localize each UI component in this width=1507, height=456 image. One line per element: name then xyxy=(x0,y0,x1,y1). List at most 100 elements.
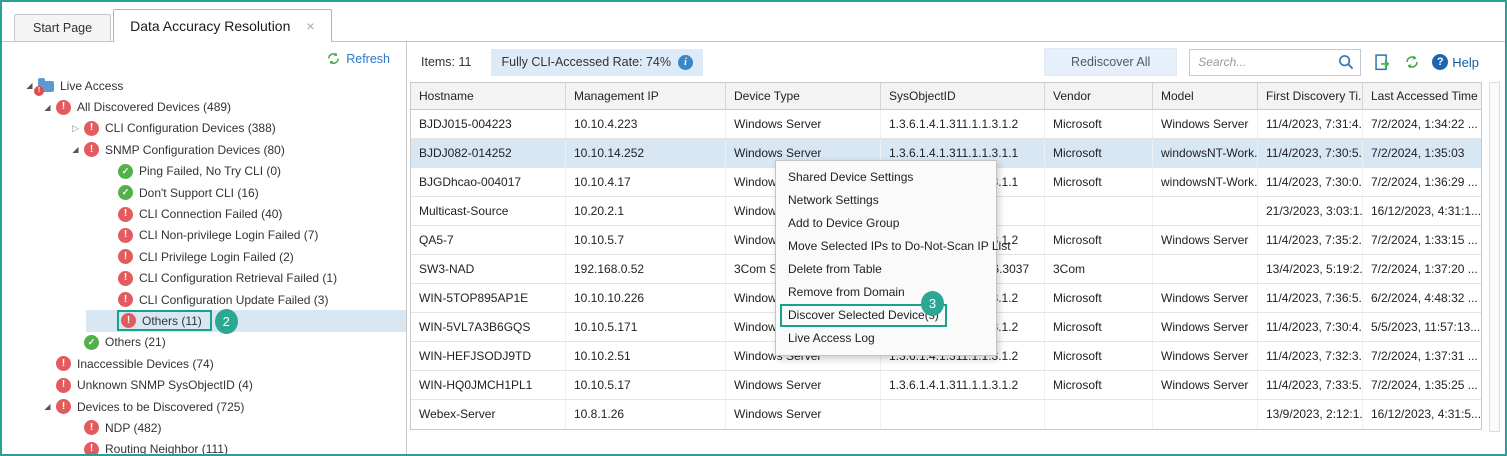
table-header-row: HostnameManagement IPDevice TypeSysObjec… xyxy=(410,82,1482,110)
table-cell: Windows Server xyxy=(1153,342,1258,370)
column-header[interactable]: Hostname xyxy=(411,83,566,109)
tree-item-label: CLI Configuration Devices (388) xyxy=(105,121,276,135)
context-menu-item[interactable]: Delete from Table xyxy=(776,258,996,281)
tree-item[interactable]: !CLI Configuration Retrieval Failed (1) xyxy=(2,268,406,289)
column-header[interactable]: Device Type xyxy=(726,83,881,109)
tree-item-label: SNMP Configuration Devices (80) xyxy=(105,143,285,157)
table-refresh-button[interactable] xyxy=(1404,54,1420,70)
error-icon: ! xyxy=(56,100,71,115)
tree-item[interactable]: !CLI Connection Failed (40) xyxy=(2,203,406,224)
table-cell: Microsoft xyxy=(1045,226,1153,254)
tree-item[interactable]: ◢!Live Access xyxy=(2,75,406,96)
context-menu-item[interactable]: Remove from Domain xyxy=(776,281,996,304)
context-menu-item[interactable]: Shared Device Settings xyxy=(776,166,996,189)
tree-item[interactable]: ! CLI Configuration Update Failed (3) xyxy=(2,289,406,310)
column-header[interactable]: SysObjectID xyxy=(881,83,1045,109)
table-cell xyxy=(1045,400,1153,429)
tree-item[interactable]: !Others (11)2 xyxy=(2,310,406,331)
table-cell: 10.10.4.17 xyxy=(566,168,726,196)
table-cell: Multicast-Source xyxy=(411,197,566,225)
tab-start-page[interactable]: Start Page xyxy=(14,14,111,41)
context-menu-item-discover-selected-devices[interactable]: Discover Selected Device(s)3 xyxy=(776,304,996,327)
table-row[interactable]: Webex-Server10.8.1.26Windows Server13/9/… xyxy=(411,400,1481,429)
error-icon: ! xyxy=(118,292,133,307)
tab-data-accuracy-resolution[interactable]: Data Accuracy Resolution × xyxy=(113,9,332,42)
column-header[interactable]: Vendor xyxy=(1045,83,1153,109)
table-cell: 16/12/2023, 4:31:5... xyxy=(1363,400,1481,429)
tree-item-label: Others (11) xyxy=(142,314,202,328)
table-cell: Microsoft xyxy=(1045,284,1153,312)
expanded-arrow-icon[interactable]: ◢ xyxy=(40,103,55,112)
table-cell: 13/4/2023, 5:19:2... xyxy=(1258,255,1363,283)
column-header[interactable]: Model xyxy=(1153,83,1258,109)
close-tab-icon[interactable]: × xyxy=(306,19,314,33)
column-header[interactable]: Management IP xyxy=(566,83,726,109)
tree-item[interactable]: !Inaccessible Devices (74) xyxy=(2,353,406,374)
column-header[interactable]: Last Accessed Time xyxy=(1363,83,1481,109)
table-cell: Microsoft xyxy=(1045,110,1153,138)
context-menu-item-label: Remove from Domain xyxy=(788,285,905,299)
tree-item-label: CLI Configuration Update Failed (3) xyxy=(139,293,328,307)
table-cell: WIN-HEFJSODJ9TD xyxy=(411,342,566,370)
table-cell: 1.3.6.1.4.1.311.1.1.3.1.2 xyxy=(881,110,1045,138)
table-cell: 10.10.2.51 xyxy=(566,342,726,370)
tree-item[interactable]: !CLI Non-privilege Login Failed (7) xyxy=(2,225,406,246)
refresh-icon xyxy=(326,51,341,66)
data-accuracy-resolution-window: Start Page Data Accuracy Resolution × Re… xyxy=(0,0,1507,456)
table-cell: 5/5/2023, 11:57:13... xyxy=(1363,313,1481,341)
table-cell: 10.10.14.252 xyxy=(566,139,726,167)
tree-item[interactable]: ✓Others (21) xyxy=(2,332,406,353)
table-row[interactable]: WIN-HQ0JMCH1PL110.10.5.17Windows Server1… xyxy=(411,371,1481,400)
cli-accessed-rate-badge: Fully CLI-Accessed Rate: 74% i xyxy=(491,49,703,76)
tree-item[interactable]: ✓Ping Failed, No Try CLI (0) xyxy=(2,161,406,182)
tree-refresh-button[interactable]: Refresh xyxy=(326,51,390,66)
collapsed-arrow-icon[interactable]: ▷ xyxy=(68,123,83,134)
context-menu-item[interactable]: Network Settings xyxy=(776,189,996,212)
table-row[interactable]: BJDJ015-00422310.10.4.223Windows Server1… xyxy=(411,110,1481,139)
table-cell: Windows Server xyxy=(1153,110,1258,138)
search-box xyxy=(1189,49,1361,76)
info-icon[interactable]: i xyxy=(678,55,693,70)
expanded-arrow-icon[interactable]: ◢ xyxy=(40,402,55,411)
table-cell: 11/4/2023, 7:32:3... xyxy=(1258,342,1363,370)
search-input[interactable] xyxy=(1198,55,1337,69)
table-cell: WIN-HQ0JMCH1PL1 xyxy=(411,371,566,399)
tree-item[interactable]: ✓Don't Support CLI (16) xyxy=(2,182,406,203)
help-button[interactable]: ? Help xyxy=(1432,54,1479,70)
table-cell: 10.20.2.1 xyxy=(566,197,726,225)
tree-item[interactable]: ◢!All Discovered Devices (489) xyxy=(2,96,406,117)
export-button[interactable] xyxy=(1373,53,1392,72)
tree-item[interactable]: ◢!Devices to be Discovered (725) xyxy=(2,396,406,417)
error-icon: ! xyxy=(121,313,136,328)
search-icon[interactable] xyxy=(1337,53,1355,71)
table-cell xyxy=(1153,255,1258,283)
error-icon: ! xyxy=(118,228,133,243)
error-icon: ! xyxy=(84,142,99,157)
error-icon: ! xyxy=(56,356,71,371)
tree-item[interactable]: !CLI Privilege Login Failed (2) xyxy=(2,246,406,267)
column-header[interactable]: First Discovery Ti... xyxy=(1258,83,1363,109)
tree-item[interactable]: ▷! CLI Configuration Devices (388) xyxy=(2,118,406,139)
device-table-panel: Items: 11 Fully CLI-Accessed Rate: 74% i… xyxy=(407,42,1505,454)
tree-item[interactable]: !NDP (482) xyxy=(2,417,406,438)
tree-item[interactable]: !Unknown SNMP SysObjectID (4) xyxy=(2,374,406,395)
device-tree-panel: Refresh ◢!Live Access◢!All Discovered De… xyxy=(2,42,407,454)
table-cell: Microsoft xyxy=(1045,168,1153,196)
error-icon: ! xyxy=(84,121,99,136)
context-menu-item[interactable]: Move Selected IPs to Do-Not-Scan IP List xyxy=(776,235,996,258)
table-cell: 11/4/2023, 7:36:5... xyxy=(1258,284,1363,312)
table-cell: 7/2/2024, 1:37:31 ... xyxy=(1363,342,1481,370)
table-cell: 10.10.5.17 xyxy=(566,371,726,399)
table-cell: windowsNT-Work... xyxy=(1153,168,1258,196)
success-icon: ✓ xyxy=(118,164,133,179)
rediscover-all-button[interactable]: Rediscover All xyxy=(1044,48,1177,76)
table-cell: Microsoft xyxy=(1045,371,1153,399)
context-menu-item[interactable]: Live Access Log xyxy=(776,327,996,350)
vertical-scrollbar[interactable] xyxy=(1489,82,1500,432)
context-menu-item[interactable]: Add to Device Group xyxy=(776,212,996,235)
tree-item[interactable]: !Routing Neighbor (111) xyxy=(2,439,406,456)
tree-item[interactable]: ◢! SNMP Configuration Devices (80) xyxy=(2,139,406,160)
expanded-arrow-icon[interactable]: ◢ xyxy=(68,145,83,154)
table-cell: 10.10.5.171 xyxy=(566,313,726,341)
table-cell: 7/2/2024, 1:33:15 ... xyxy=(1363,226,1481,254)
